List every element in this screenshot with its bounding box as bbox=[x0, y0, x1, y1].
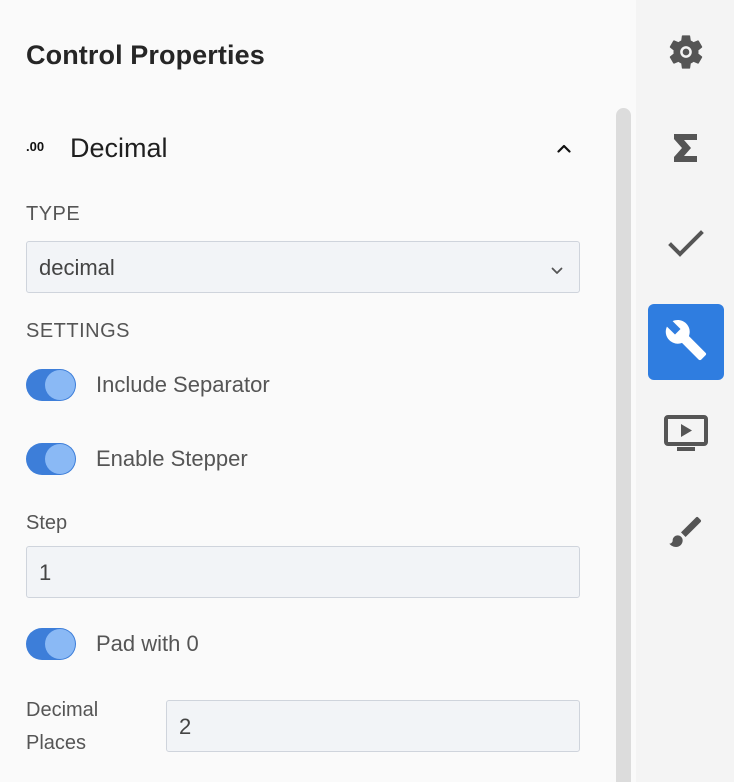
step-label: Step bbox=[26, 512, 68, 534]
step-value: 1 bbox=[39, 560, 52, 585]
brush-icon bbox=[666, 512, 706, 557]
decimal-icon: .00 bbox=[26, 138, 45, 154]
preview-tab-button[interactable] bbox=[648, 398, 724, 474]
preview-icon bbox=[663, 414, 709, 459]
enable-stepper-toggle[interactable] bbox=[26, 443, 76, 475]
decimal-places-value: 2 bbox=[179, 714, 192, 739]
decimal-places-label-line1: Decimal bbox=[26, 699, 99, 721]
control-properties-panel: Control Properties .00 Decimal TYPE deci… bbox=[0, 0, 636, 782]
type-select-value: decimal bbox=[39, 255, 115, 280]
enable-stepper-row: Enable Stepper bbox=[26, 439, 248, 479]
toggle-knob bbox=[45, 444, 75, 474]
validation-tab-button[interactable] bbox=[648, 208, 724, 284]
toggle-knob bbox=[45, 629, 75, 659]
include-separator-row: Include Separator bbox=[26, 365, 270, 405]
include-separator-toggle[interactable] bbox=[26, 369, 76, 401]
chevron-up-icon[interactable] bbox=[554, 138, 574, 158]
style-tab-button[interactable] bbox=[648, 496, 724, 572]
wrench-icon bbox=[664, 318, 708, 367]
section-title: Decimal bbox=[70, 132, 168, 163]
properties-tab-button[interactable] bbox=[648, 304, 724, 380]
settings-tab-button[interactable] bbox=[648, 16, 724, 92]
settings-label: SETTINGS bbox=[26, 320, 131, 342]
type-label: TYPE bbox=[26, 203, 81, 225]
sigma-icon bbox=[672, 132, 700, 169]
decimal-section-header[interactable]: .00 Decimal bbox=[26, 128, 586, 168]
toggle-knob bbox=[45, 370, 75, 400]
type-select[interactable]: decimal bbox=[26, 241, 580, 293]
pad-with-zero-toggle[interactable] bbox=[26, 628, 76, 660]
pad-with-zero-label: Pad with 0 bbox=[96, 631, 199, 656]
chevron-down-icon bbox=[551, 262, 563, 280]
panel-title: Control Properties bbox=[26, 40, 265, 70]
decimal-places-input[interactable]: 2 bbox=[166, 700, 580, 752]
include-separator-label: Include Separator bbox=[96, 372, 270, 397]
pad-with-zero-row: Pad with 0 bbox=[26, 624, 199, 664]
enable-stepper-label: Enable Stepper bbox=[96, 446, 248, 471]
gear-icon bbox=[666, 32, 706, 77]
step-input[interactable]: 1 bbox=[26, 546, 580, 598]
sigma-tab-button[interactable] bbox=[648, 112, 724, 188]
checkmark-icon bbox=[668, 229, 704, 263]
decimal-places-label-line2: Places bbox=[26, 732, 87, 754]
scrollbar[interactable] bbox=[616, 108, 631, 782]
decimal-places-label: Decimal Places bbox=[26, 694, 146, 760]
